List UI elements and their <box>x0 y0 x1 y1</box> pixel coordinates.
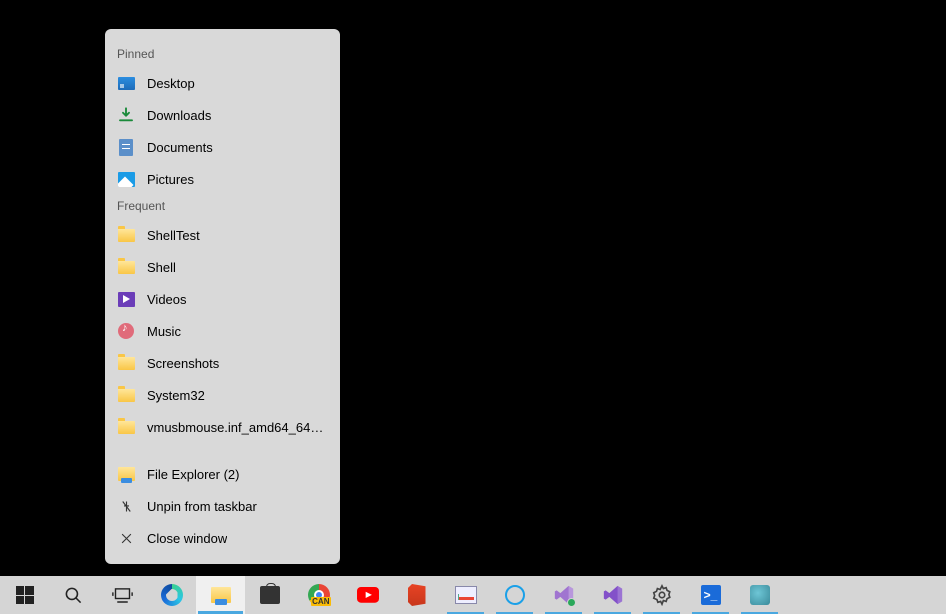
taskbar-visual-studio-preview[interactable] <box>539 576 588 614</box>
folder-icon <box>117 354 135 372</box>
pinned-item-desktop[interactable]: Desktop <box>105 67 340 99</box>
downloads-icon <box>117 106 135 124</box>
jump-item-label: File Explorer (2) <box>147 467 239 482</box>
frequent-item-music[interactable]: Music <box>105 315 340 347</box>
pinned-section-header: Pinned <box>105 43 340 67</box>
frequent-item-screenshots[interactable]: Screenshots <box>105 347 340 379</box>
inspect-icon <box>749 584 771 606</box>
pinned-item-pictures[interactable]: Pictures <box>105 163 340 195</box>
taskbar-system-informer[interactable] <box>441 576 490 614</box>
jump-item-label: Videos <box>147 292 187 307</box>
taskbar-youtube[interactable] <box>343 576 392 614</box>
file-explorer-jump-list: Pinned Desktop Downloads Documents Pictu… <box>105 29 340 564</box>
frequent-section-header: Frequent <box>105 195 340 219</box>
file-explorer-icon <box>210 584 232 606</box>
search-icon <box>63 584 85 606</box>
folder-icon <box>117 386 135 404</box>
youtube-icon <box>357 584 379 606</box>
visual-studio-preview-icon <box>553 584 575 606</box>
taskbar-inspect[interactable] <box>735 576 784 614</box>
jump-item-label: Shell <box>147 260 176 275</box>
system-informer-icon <box>455 584 477 606</box>
frequent-item-system32[interactable]: System32 <box>105 379 340 411</box>
jump-item-label: Pictures <box>147 172 194 187</box>
music-icon <box>117 322 135 340</box>
unpin-icon <box>117 497 135 515</box>
taskbar-microsoft-store[interactable] <box>245 576 294 614</box>
pinned-item-downloads[interactable]: Downloads <box>105 99 340 131</box>
jump-item-label: ShellTest <box>147 228 200 243</box>
jump-item-label: Music <box>147 324 181 339</box>
search-button[interactable] <box>49 576 98 614</box>
taskbar-office[interactable] <box>392 576 441 614</box>
frequent-item-vmusbmouse[interactable]: vmusbmouse.inf_amd64_64ac7a0a... <box>105 411 340 443</box>
jump-item-label: System32 <box>147 388 205 403</box>
taskbar: CAN >_ <box>0 576 946 614</box>
powershell-icon: >_ <box>700 584 722 606</box>
action-close-window[interactable]: Close window <box>105 522 340 554</box>
jump-item-label: Unpin from taskbar <box>147 499 257 514</box>
action-unpin-from-taskbar[interactable]: Unpin from taskbar <box>105 490 340 522</box>
settings-icon <box>651 584 673 606</box>
action-open-file-explorer[interactable]: File Explorer (2) <box>105 458 340 490</box>
taskbar-visual-studio[interactable] <box>588 576 637 614</box>
taskbar-settings[interactable] <box>637 576 686 614</box>
folder-icon <box>117 226 135 244</box>
taskbar-edge[interactable] <box>147 576 196 614</box>
taskbar-powershell[interactable]: >_ <box>686 576 735 614</box>
taskbar-cortana[interactable] <box>490 576 539 614</box>
jump-item-label: Screenshots <box>147 356 219 371</box>
documents-icon <box>117 138 135 156</box>
folder-icon <box>117 418 135 436</box>
visual-studio-icon <box>602 584 624 606</box>
chrome-canary-icon: CAN <box>308 584 330 606</box>
taskbar-file-explorer[interactable] <box>196 576 245 614</box>
file-explorer-icon <box>117 465 135 483</box>
close-icon <box>117 529 135 547</box>
jump-item-label: Documents <box>147 140 213 155</box>
pinned-item-documents[interactable]: Documents <box>105 131 340 163</box>
windows-logo-icon <box>14 584 36 606</box>
frequent-item-shell[interactable]: Shell <box>105 251 340 283</box>
pictures-icon <box>117 170 135 188</box>
edge-icon <box>161 584 183 606</box>
frequent-item-videos[interactable]: Videos <box>105 283 340 315</box>
videos-icon <box>117 290 135 308</box>
store-icon <box>259 584 281 606</box>
start-button[interactable] <box>0 576 49 614</box>
task-view-button[interactable] <box>98 576 147 614</box>
jump-item-label: vmusbmouse.inf_amd64_64ac7a0a... <box>147 420 328 435</box>
cortana-icon <box>504 584 526 606</box>
jump-item-label: Downloads <box>147 108 211 123</box>
folder-icon <box>117 258 135 276</box>
desktop-icon <box>117 74 135 92</box>
jump-item-label: Close window <box>147 531 227 546</box>
task-view-icon <box>112 584 134 606</box>
taskbar-chrome-canary[interactable]: CAN <box>294 576 343 614</box>
jump-item-label: Desktop <box>147 76 195 91</box>
frequent-item-shelltest[interactable]: ShellTest <box>105 219 340 251</box>
office-icon <box>406 584 428 606</box>
